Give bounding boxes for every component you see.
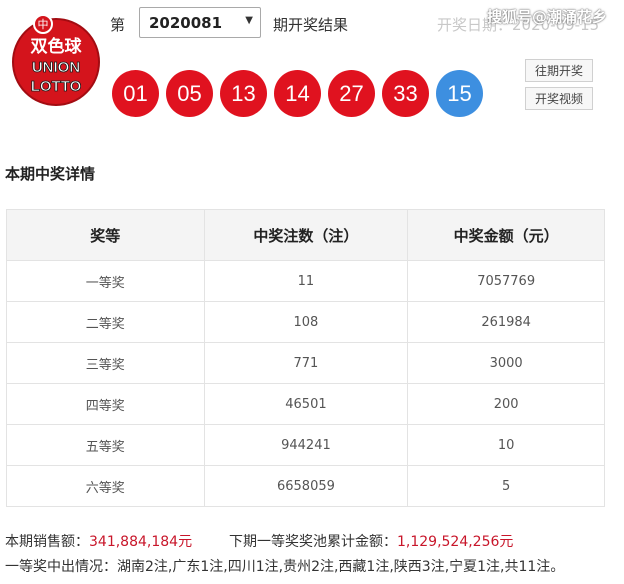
table-row: 五等奖 944241 10 bbox=[6, 424, 605, 466]
cell-winner-count: 771 bbox=[203, 342, 409, 384]
logo-text-top: 双色球 bbox=[31, 36, 83, 57]
cell-prize-level: 六等奖 bbox=[6, 465, 205, 507]
issue-suffix-label: 期开奖结果 bbox=[273, 16, 349, 34]
table-row: 二等奖 108 261984 bbox=[6, 301, 605, 343]
cell-prize-amount: 200 bbox=[407, 383, 605, 425]
cell-prize-level: 五等奖 bbox=[6, 424, 205, 466]
logo-text-bot: LOTTO bbox=[31, 78, 82, 95]
pool-value: 1,129,524,256元 bbox=[396, 534, 514, 550]
header-prize-level: 奖等 bbox=[6, 209, 205, 261]
cell-prize-level: 三等奖 bbox=[6, 342, 205, 384]
logo-text-mid: UNION bbox=[32, 59, 80, 76]
cell-prize-amount: 7057769 bbox=[407, 260, 605, 302]
chevron-down-icon: ▼ bbox=[245, 15, 253, 26]
red-ball: 27 bbox=[328, 70, 375, 117]
svg-text:中: 中 bbox=[38, 18, 49, 31]
sales-value: 341,884,184元 bbox=[89, 534, 193, 550]
issue-prefix-label: 第 bbox=[110, 16, 126, 34]
cell-winner-count: 108 bbox=[203, 301, 409, 343]
union-lotto-logo: 中 双色球 UNION LOTTO bbox=[6, 10, 106, 106]
cell-prize-amount: 5 bbox=[407, 465, 605, 507]
cell-winner-count: 11 bbox=[203, 260, 409, 302]
table-row: 四等奖 46501 200 bbox=[6, 383, 605, 425]
cell-winner-count: 944241 bbox=[203, 424, 409, 466]
past-draws-button[interactable]: 往期开奖 bbox=[525, 59, 593, 82]
prize-table: 奖等 中奖注数（注） 中奖金额（元） 一等奖 11 7057769 二等奖 10… bbox=[6, 209, 605, 507]
cell-prize-amount: 3000 bbox=[407, 342, 605, 384]
sales-label: 本期销售额： bbox=[5, 534, 89, 550]
cell-winner-count: 46501 bbox=[203, 383, 409, 425]
table-row: 三等奖 771 3000 bbox=[6, 342, 605, 384]
issue-number-value: 2020081 bbox=[149, 14, 223, 32]
cell-prize-level: 一等奖 bbox=[6, 260, 205, 302]
watermark: 搜狐号@潮涌花乡 bbox=[487, 8, 608, 26]
blue-ball: 15 bbox=[436, 70, 483, 117]
red-ball: 14 bbox=[274, 70, 321, 117]
cell-prize-amount: 261984 bbox=[407, 301, 605, 343]
table-header-row: 奖等 中奖注数（注） 中奖金额（元） bbox=[6, 209, 605, 261]
header-prize-amount: 中奖金额（元） bbox=[407, 209, 605, 261]
cell-prize-level: 二等奖 bbox=[6, 301, 205, 343]
first-prize-detail: 一等奖中出情况：湖南2注,广东1注,四川1注,贵州2注,西藏1注,陕西3注,宁夏… bbox=[5, 559, 565, 575]
winning-numbers: 01 05 13 14 27 33 15 bbox=[112, 70, 483, 117]
cell-prize-amount: 10 bbox=[407, 424, 605, 466]
draw-video-button[interactable]: 开奖视频 bbox=[525, 87, 593, 110]
cell-prize-level: 四等奖 bbox=[6, 383, 205, 425]
sales-summary: 本期销售额：341,884,184元 下期一等奖奖池累计金额：1,129,524… bbox=[5, 531, 513, 551]
pool-label: 下期一等奖奖池累计金额： bbox=[228, 534, 397, 550]
table-row: 一等奖 11 7057769 bbox=[6, 260, 605, 302]
header-winner-count: 中奖注数（注） bbox=[203, 209, 409, 261]
red-ball: 33 bbox=[382, 70, 429, 117]
red-ball: 13 bbox=[220, 70, 267, 117]
issue-number-select[interactable]: 2020081 ▼ bbox=[139, 7, 261, 38]
red-ball: 01 bbox=[112, 70, 159, 117]
table-row: 六等奖 6658059 5 bbox=[6, 465, 605, 507]
cell-winner-count: 6658059 bbox=[203, 465, 409, 507]
red-ball: 05 bbox=[166, 70, 213, 117]
section-title: 本期中奖详情 bbox=[5, 165, 96, 183]
